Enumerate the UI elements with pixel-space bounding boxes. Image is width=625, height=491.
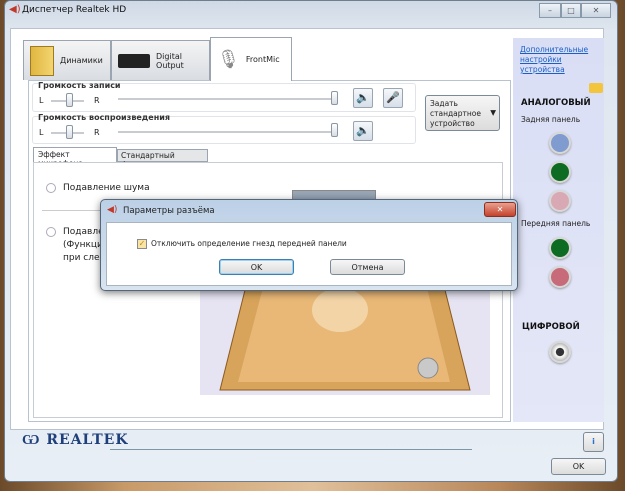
close-icon: ✕ <box>496 205 504 214</box>
rear-pink-jack[interactable] <box>549 190 571 212</box>
dialog-cancel-button[interactable]: Отмена <box>330 259 405 275</box>
echo-label-2: (Функци <box>63 240 103 250</box>
advanced-settings-link[interactable]: Дополнительные настройки устройства <box>520 45 600 75</box>
tab-label: Digital Output <box>156 51 184 70</box>
record-volume-label: Громкость записи <box>38 81 121 90</box>
digital-heading: ЦИФРОВОЙ <box>522 322 580 332</box>
mute-playback-button[interactable]: 🔈 <box>353 88 373 108</box>
rear-blue-jack[interactable] <box>549 132 571 154</box>
checkbox-label: Отключить определение гнезд передней пан… <box>151 239 347 248</box>
speaker-icon: 🔈 <box>356 91 370 104</box>
disable-front-jack-detection-checkbox[interactable]: ✓ <box>137 239 147 249</box>
dialog-title: Параметры разъёма <box>123 206 215 216</box>
brand-text: REALTEK <box>46 432 129 448</box>
speakers-icon <box>30 45 54 76</box>
record-volume-track <box>118 98 333 100</box>
balance-left-label: L <box>39 96 44 105</box>
dialog-close-button[interactable]: ✕ <box>484 202 516 217</box>
minimize-button[interactable]: – <box>539 3 561 18</box>
rear-green-jack[interactable] <box>549 161 571 183</box>
balance-right-label: R <box>94 96 100 105</box>
footer-line <box>110 449 472 450</box>
front-pink-jack[interactable] <box>549 266 571 288</box>
speaker-icon: ◀) <box>107 205 118 215</box>
front-panel-label: Передняя панель <box>521 219 591 228</box>
record-volume-slider[interactable] <box>331 91 338 105</box>
noise-suppression-label: Подавление шума <box>63 183 150 193</box>
subtab-default-format[interactable]: Стандартный формат <box>117 149 208 169</box>
rear-panel-label: Задняя панель <box>521 115 581 124</box>
jack-settings-dialog: ◀) Параметры разъёма ✕ ✓ Отключить опред… <box>100 199 518 291</box>
echo-label-1: Подавле <box>63 227 104 237</box>
balance-left-label: L <box>39 128 44 137</box>
front-green-jack[interactable] <box>549 237 571 259</box>
close-button[interactable]: ✕ <box>581 3 611 18</box>
mute-record-button[interactable]: 🎤 <box>383 88 403 108</box>
digital-device-icon <box>118 53 151 68</box>
tab-label: FrontMic <box>245 55 280 64</box>
noise-suppression-radio[interactable] <box>46 183 56 193</box>
set-default-device-button[interactable]: Задать стандартное устройство ▼ <box>425 95 500 131</box>
digital-jack[interactable] <box>549 341 571 363</box>
echo-cancellation-radio[interactable] <box>46 227 56 237</box>
microphone-icon: 🎤 <box>386 91 400 104</box>
button-label: Задать стандартное устройство <box>430 99 482 128</box>
ok-button[interactable]: OK <box>551 458 606 475</box>
analog-heading: АНАЛОГОВЫЙ <box>521 98 591 108</box>
dialog-ok-button[interactable]: OK <box>219 259 294 275</box>
connector-panel <box>513 38 604 422</box>
dropdown-arrow-icon: ▼ <box>490 108 496 117</box>
tab-speakers[interactable]: Динамики <box>23 40 111 80</box>
playback-balance-slider[interactable] <box>66 125 73 139</box>
speaker-icon: ◀) <box>9 4 21 15</box>
record-balance-slider[interactable] <box>66 93 73 107</box>
subtab-mic-effect[interactable]: Эффект микрофона <box>33 147 117 168</box>
playback-volume-label: Громкость воспроизведения <box>38 113 170 122</box>
playback-volume-track <box>118 131 333 133</box>
mute-playback-button[interactable]: 🔈 <box>353 121 373 141</box>
dialog-body <box>106 222 512 286</box>
microphone-icon: 🎙 <box>217 49 240 70</box>
folder-icon[interactable] <box>589 83 603 93</box>
info-icon: i <box>592 437 595 446</box>
balance-right-label: R <box>94 128 100 137</box>
tab-digital-output[interactable]: Digital Output <box>111 40 210 80</box>
window-title: Диспетчер Realtek HD <box>22 5 127 15</box>
playback-volume-slider[interactable] <box>331 123 338 137</box>
tab-frontmic[interactable]: 🎙 FrontMic <box>210 37 292 81</box>
speaker-icon: 🔈 <box>356 124 370 137</box>
maximize-button[interactable]: □ <box>561 3 581 18</box>
tab-label: Динамики <box>60 56 103 65</box>
info-button[interactable]: i <box>583 432 604 452</box>
realtek-logo: Ѡ REALTEK <box>22 432 129 448</box>
